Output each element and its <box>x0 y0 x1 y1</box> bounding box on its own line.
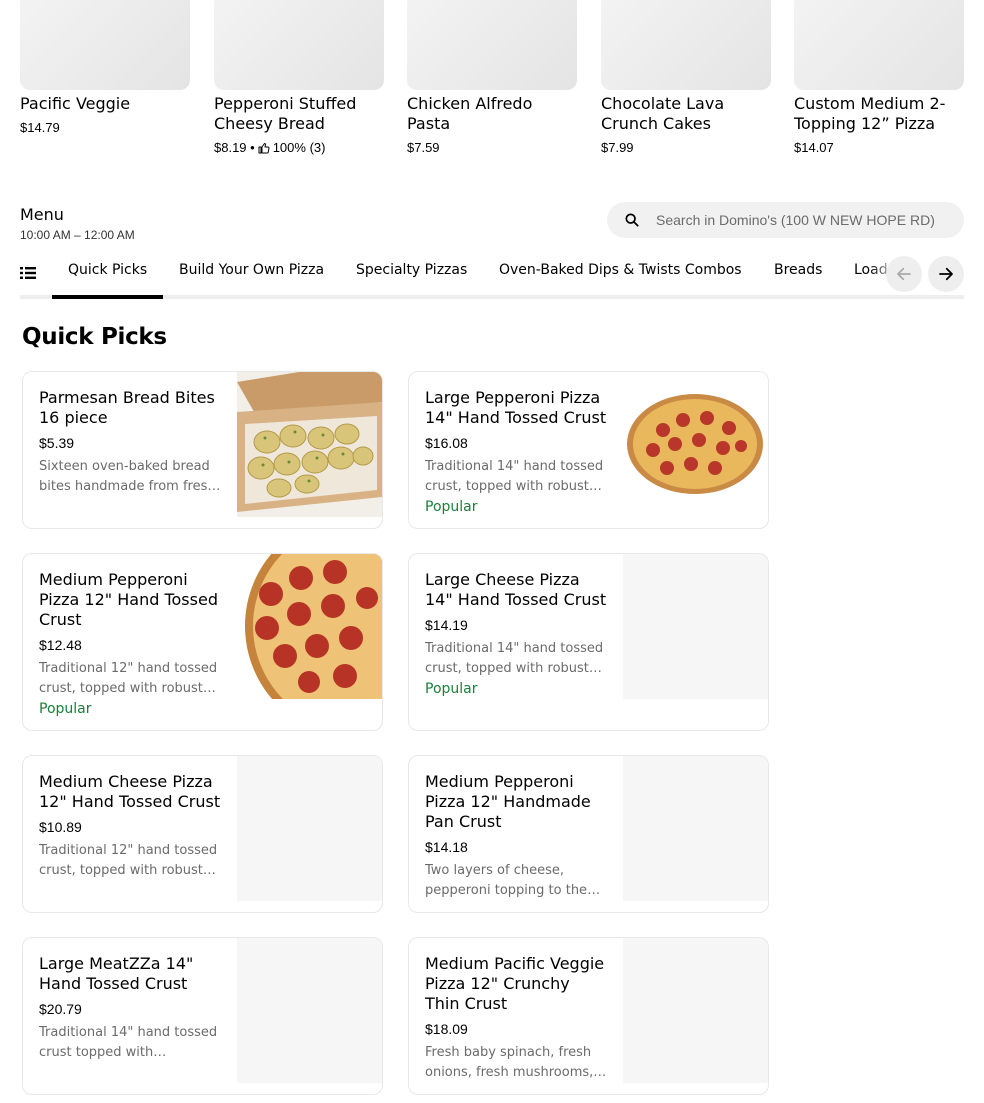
list-icon[interactable] <box>20 265 36 281</box>
menu-item-price: $20.79 <box>39 1001 82 1017</box>
bread-bites-image <box>237 372 382 517</box>
menu-item-description: Traditional 12" hand tossed crust, toppe… <box>39 661 218 696</box>
menu-item-image[interactable] <box>623 938 768 1083</box>
featured-item-price: $14.07 <box>794 140 834 155</box>
menu-item-card[interactable]: Medium Pacific Veggie Pizza 12" Crunchy … <box>408 937 769 1095</box>
menu-item-name: Medium Pacific Veggie Pizza 12" Crunchy … <box>425 954 605 1013</box>
thumbs-up-icon <box>258 142 270 153</box>
menu-item-card[interactable]: Medium Pepperoni Pizza 12" Handmade Pan … <box>408 755 769 913</box>
featured-item-name: Pepperoni Stuffed Cheesy Bread <box>214 94 357 133</box>
menu-item-image[interactable] <box>237 938 382 1083</box>
menu-item-card[interactable]: Medium Cheese Pizza 12" Hand Tossed Crus… <box>22 755 383 913</box>
featured-item-rating: 100% (3) <box>272 140 326 155</box>
menu-item-image[interactable] <box>237 372 382 517</box>
menu-item-description: Traditional 14" hand tossed crust, toppe… <box>425 641 604 676</box>
menu-item-card[interactable]: Large Pepperoni Pizza 14" Hand Tossed Cr… <box>408 371 769 529</box>
menu-item-card[interactable]: Medium Pepperoni Pizza 12" Hand Tossed C… <box>22 553 383 731</box>
featured-item-image[interactable] <box>794 0 964 90</box>
search-icon <box>625 213 639 227</box>
featured-item-name: Chocolate Lava Crunch Cakes <box>601 94 725 133</box>
featured-item-name: Chicken Alfredo Pasta <box>407 94 533 133</box>
menu-item-price: $14.18 <box>425 839 468 855</box>
featured-item-image[interactable] <box>20 0 190 90</box>
featured-item[interactable]: Chicken Alfredo Pasta $7.59 <box>407 0 577 155</box>
featured-item-image[interactable] <box>601 0 771 90</box>
menu-item-description: Traditional 14" hand tossed crust, toppe… <box>425 459 604 494</box>
menu-item-name: Large Pepperoni Pizza 14" Hand Tossed Cr… <box>425 388 607 427</box>
featured-item-meta: $7.59 <box>407 140 577 155</box>
menu-item-image[interactable] <box>237 554 382 730</box>
menu-item-description: Traditional 14" hand tossed crust topped… <box>39 1025 218 1060</box>
featured-item-meta: $14.07 <box>794 140 964 155</box>
category-tabs: Quick Picks Build Your Own Pizza Special… <box>20 254 964 299</box>
featured-item[interactable]: Custom Medium 2-Topping 12” Pizza $14.07 <box>794 0 964 155</box>
featured-item-image[interactable] <box>407 0 577 90</box>
menu-title: Menu <box>20 205 64 224</box>
featured-item-meta: $7.99 <box>601 140 771 155</box>
menu-item-card[interactable]: Large Cheese Pizza 14" Hand Tossed Crust… <box>408 553 769 731</box>
featured-item-meta: $14.79 <box>20 120 190 135</box>
tab-oven-baked-dips-twists-combos[interactable]: Oven-Baked Dips & Twists Combos <box>499 262 742 278</box>
arrow-left-icon <box>897 267 911 281</box>
menu-item-price: $12.48 <box>39 637 82 653</box>
menu-item-name: Medium Pepperoni Pizza 12" Handmade Pan … <box>425 772 591 831</box>
menu-item-description: Fresh baby spinach, fresh onions, fresh … <box>425 1045 594 1080</box>
tab-specialty-pizzas[interactable]: Specialty Pizzas <box>356 262 467 278</box>
menu-item-image[interactable] <box>237 756 382 901</box>
menu-item-price: $10.89 <box>39 819 82 835</box>
menu-item-description: Traditional 12" hand tossed crust, toppe… <box>39 843 218 878</box>
featured-item-price: $7.99 <box>601 140 634 155</box>
featured-item-price: $7.59 <box>407 140 440 155</box>
tabs-next-button[interactable] <box>928 256 964 292</box>
tab-quick-picks[interactable]: Quick Picks <box>68 262 147 278</box>
featured-item-meta: $8.19 • 100% (3) <box>214 140 384 155</box>
menu-item-price: $18.09 <box>425 1021 468 1037</box>
menu-item-card[interactable]: Parmesan Bread Bites 16 piece $5.39 Sixt… <box>22 371 383 529</box>
menu-item-image[interactable] <box>623 756 768 901</box>
menu-item-description: Sixteen oven-baked bread bites handmade … <box>39 459 216 494</box>
featured-item[interactable]: Chocolate Lava Crunch Cakes $7.99 <box>601 0 771 155</box>
featured-item-image[interactable] <box>214 0 384 90</box>
menu-item-price: $14.19 <box>425 617 468 633</box>
tab-active-indicator <box>52 295 163 299</box>
menu-item-description: Two layers of cheese, pepperoni topping … <box>425 863 588 898</box>
menu-item-name: Medium Cheese Pizza 12" Hand Tossed Crus… <box>39 772 221 811</box>
featured-item-name: Custom Medium 2-Topping 12” Pizza <box>794 94 946 133</box>
menu-item-image[interactable] <box>623 372 768 517</box>
search-input[interactable] <box>654 211 948 229</box>
featured-item-price: $14.79 <box>20 120 60 135</box>
menu-item-price: $16.08 <box>425 435 468 451</box>
menu-item-name: Medium Pepperoni Pizza 12" Hand Tossed C… <box>39 570 218 629</box>
menu-item-name: Large Cheese Pizza 14" Hand Tossed Crust <box>425 570 607 609</box>
popular-badge: Popular <box>425 499 478 515</box>
tab-build-your-own-pizza[interactable]: Build Your Own Pizza <box>179 262 324 278</box>
menu-hours: 10:00 AM – 12:00 AM <box>20 228 135 242</box>
featured-item-price: $8.19 • <box>214 140 255 155</box>
tab-breads[interactable]: Breads <box>774 262 822 278</box>
menu-item-name: Parmesan Bread Bites 16 piece <box>39 388 215 427</box>
menu-item-card[interactable]: Large MeatZZa 14" Hand Tossed Crust $20.… <box>22 937 383 1095</box>
pepperoni-pizza-image <box>623 372 768 517</box>
arrow-right-icon <box>939 267 953 281</box>
section-title: Quick Picks <box>22 324 167 350</box>
featured-carousel: Pacific Veggie $14.79 Pepperoni Stuffed … <box>20 0 964 160</box>
menu-item-image[interactable] <box>623 554 768 699</box>
menu-item-price: $5.39 <box>39 435 75 451</box>
pepperoni-closeup-image <box>237 554 382 730</box>
featured-item[interactable]: Pepperoni Stuffed Cheesy Bread $8.19 • 1… <box>214 0 384 155</box>
popular-badge: Popular <box>39 701 92 717</box>
menu-item-name: Large MeatZZa 14" Hand Tossed Crust <box>39 954 194 993</box>
tabs-prev-button[interactable] <box>886 256 922 292</box>
featured-item-name: Pacific Veggie <box>20 94 131 113</box>
search-bar[interactable] <box>607 202 964 238</box>
featured-item[interactable]: Pacific Veggie $14.79 <box>20 0 190 135</box>
popular-badge: Popular <box>425 681 478 697</box>
